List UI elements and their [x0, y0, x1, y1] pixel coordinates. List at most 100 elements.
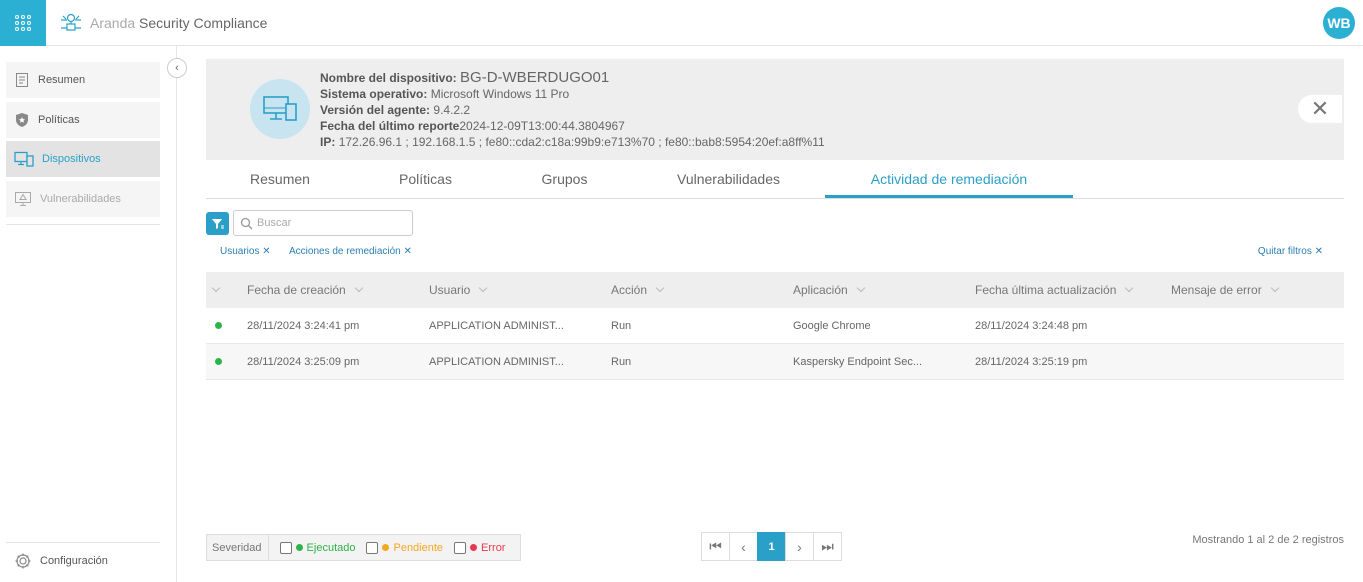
device-info: Nombre del dispositivo: BG-D-WBERDUGO01 …	[320, 70, 825, 150]
chevron-down-icon	[479, 283, 488, 293]
sidebar-item-politicas[interactable]: Políticas	[6, 102, 160, 138]
device-name: BG-D-WBERDUGO01	[460, 69, 610, 86]
gear-icon	[15, 553, 31, 569]
device-ip-line: IP: 172.26.96.1 ; 192.168.1.5 ; fe80::cd…	[320, 135, 825, 149]
remediation-table: Fecha de creación Usuario Acción Aplicac…	[206, 272, 1344, 380]
configuration-link[interactable]: Configuración	[14, 552, 108, 570]
status-dot	[295, 544, 303, 551]
device-avatar	[250, 79, 310, 139]
severity-option-ejecutado[interactable]: Ejecutado	[279, 541, 355, 554]
device-name-line: Nombre del dispositivo: BG-D-WBERDUGO01	[320, 69, 610, 86]
sidebar-item-label: Dispositivos	[42, 153, 101, 165]
device-report: 2024-12-09T13:00:44.3804967	[459, 119, 625, 133]
sidebar-item-resumen[interactable]: Resumen	[6, 62, 160, 98]
checkbox[interactable]	[454, 541, 467, 554]
cell-user: APPLICATION ADMINIST...	[429, 320, 564, 332]
chevron-down-icon	[1270, 283, 1279, 293]
device-tabs: Resumen Políticas Grupos Vulnerabilidade…	[206, 160, 1344, 199]
chevron-right-icon: ›	[797, 538, 802, 555]
status-dot	[382, 544, 390, 551]
column-accion[interactable]: Acción	[611, 272, 665, 308]
close-icon: ✕	[1310, 96, 1330, 121]
chevron-left-icon: ‹	[741, 538, 746, 555]
checkbox[interactable]	[279, 541, 292, 554]
severity-option-pendiente[interactable]: Pendiente	[366, 541, 443, 554]
device-ip: 172.26.96.1 ; 192.168.1.5 ; fe80::cda2:c…	[338, 135, 825, 149]
close-icon[interactable]: ✕	[404, 246, 412, 257]
tab-resumen[interactable]: Resumen	[206, 160, 354, 198]
next-page-button[interactable]: ›	[785, 532, 814, 561]
severity-filter: Severidad Ejecutado Pendiente Error	[206, 534, 521, 561]
prev-page-button[interactable]: ‹	[729, 532, 758, 561]
devices-icon	[263, 96, 297, 121]
tab-actividad-remediacion[interactable]: Actividad de remediación	[825, 160, 1073, 198]
tab-grupos[interactable]: Grupos	[497, 160, 632, 198]
chevron-down-icon	[1125, 283, 1134, 293]
filter-icon	[211, 218, 224, 229]
report-icon	[16, 73, 28, 87]
cell-app: Google Chrome	[793, 320, 871, 332]
column-fecha-actualizacion[interactable]: Fecha última actualización	[975, 272, 1134, 308]
clear-filters-button[interactable]: Quitar filtros ✕	[1258, 246, 1323, 257]
first-page-button[interactable]: ⏮	[701, 532, 730, 561]
app-title: Aranda Security Compliance	[90, 15, 268, 31]
column-mensaje-error[interactable]: Mensaje de error	[1171, 272, 1279, 308]
table-row[interactable]: 28/11/2024 3:24:41 pm APPLICATION ADMINI…	[206, 308, 1344, 344]
monitor-warning-icon	[15, 192, 31, 206]
app-logo: Aranda Security Compliance	[58, 12, 267, 34]
pagination: ⏮ ‹ 1 › ⏭	[701, 532, 842, 561]
close-icon[interactable]: ✕	[262, 246, 270, 257]
last-page-icon: ⏭	[821, 538, 834, 554]
search-input[interactable]	[257, 217, 407, 229]
table-row[interactable]: 28/11/2024 3:25:09 pm APPLICATION ADMINI…	[206, 344, 1344, 380]
compliance-logo-icon	[61, 13, 81, 31]
column-aplicacion[interactable]: Aplicación	[793, 272, 865, 308]
column-usuario[interactable]: Usuario	[429, 272, 488, 308]
status-dot	[215, 322, 222, 329]
last-page-button[interactable]: ⏭	[813, 532, 842, 561]
sidebar-item-dispositivos[interactable]: Dispositivos	[6, 141, 160, 177]
sidebar-item-label: Políticas	[38, 114, 80, 126]
page-1-button[interactable]: 1	[757, 532, 786, 561]
column-fecha-creacion[interactable]: Fecha de creación	[247, 272, 363, 308]
sidebar-item-label: Resumen	[38, 74, 86, 86]
device-agent-line: Versión del agente: 9.4.2.2	[320, 103, 471, 117]
close-icon: ✕	[1314, 246, 1323, 257]
severity-label: Severidad	[207, 535, 269, 560]
chevron-left-icon: ‹	[175, 62, 179, 74]
sidebar-collapse-button[interactable]: ‹	[167, 58, 187, 78]
cell-created: 28/11/2024 3:24:41 pm	[247, 320, 360, 332]
chevron-down-icon	[856, 283, 865, 293]
checkbox[interactable]	[366, 541, 379, 554]
device-header: Nombre del dispositivo: BG-D-WBERDUGO01 …	[206, 59, 1344, 160]
tab-vulnerabilidades[interactable]: Vulnerabilidades	[632, 160, 825, 198]
shield-icon	[16, 113, 28, 127]
sidebar-item-label: Vulnerabilidades	[40, 193, 121, 205]
tab-politicas[interactable]: Políticas	[354, 160, 497, 198]
records-summary: Mostrando 1 al 2 de 2 registros	[1192, 534, 1344, 546]
filter-button[interactable]	[206, 212, 229, 235]
cell-app: Kaspersky Endpoint Sec...	[793, 356, 923, 368]
sidebar: Resumen Políticas Dispositivos Vulnerabi…	[0, 46, 177, 582]
filter-chip-usuarios[interactable]: Usuarios ✕	[220, 246, 271, 257]
user-avatar[interactable]: WB	[1323, 7, 1355, 39]
device-os: Microsoft Windows 11 Pro	[430, 87, 570, 101]
device-report-line: Fecha del último reporte2024-12-09T13:00…	[320, 119, 625, 133]
close-button[interactable]: ✕	[1298, 95, 1342, 123]
header-expand[interactable]	[206, 272, 236, 308]
apps-grid-icon	[15, 15, 31, 31]
cell-action: Run	[611, 320, 632, 332]
search-icon	[240, 217, 253, 229]
sidebar-divider	[6, 542, 160, 543]
cell-updated: 28/11/2024 3:25:19 pm	[975, 356, 1088, 368]
apps-menu-button[interactable]	[0, 0, 46, 46]
device-os-line: Sistema operativo: Microsoft Windows 11 …	[320, 87, 570, 101]
sidebar-item-vulnerabilidades[interactable]: Vulnerabilidades	[6, 181, 160, 217]
chevron-down-icon	[211, 283, 221, 293]
devices-icon	[14, 151, 34, 167]
table-header: Fecha de creación Usuario Acción Aplicac…	[206, 272, 1344, 308]
severity-option-error[interactable]: Error	[454, 541, 505, 554]
search-box	[233, 210, 413, 236]
sidebar-divider	[6, 224, 160, 225]
filter-chip-acciones[interactable]: Acciones de remediación ✕	[289, 246, 412, 257]
